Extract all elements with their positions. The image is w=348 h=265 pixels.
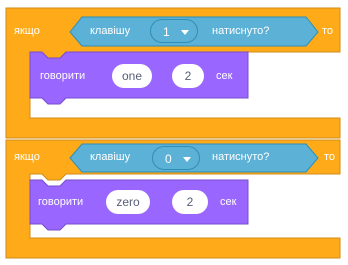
seconds-label: сек <box>220 196 237 208</box>
key-label: клавішу <box>90 151 131 163</box>
key-label: клавішу <box>90 25 131 37</box>
if-label: якщо <box>14 25 40 37</box>
chevron-down-icon <box>181 30 189 35</box>
key-dropdown-value: 0 <box>165 152 172 166</box>
key-dropdown[interactable]: 0 <box>152 146 200 170</box>
say-text-input[interactable]: one <box>112 64 152 88</box>
if-label: якщо <box>14 151 40 163</box>
scratch-code-area: якщо клавішу 1 натиснуто? то говорити on… <box>0 0 348 265</box>
then-label: то <box>324 151 336 163</box>
say-seconds-input[interactable]: 2 <box>172 64 204 88</box>
say-seconds-input[interactable]: 2 <box>172 190 208 214</box>
then-label: то <box>322 25 334 37</box>
seconds-label: сек <box>216 70 233 82</box>
key-dropdown[interactable]: 1 <box>150 19 198 43</box>
pressed-label: натиснуто? <box>212 25 270 37</box>
say-label: говорити <box>40 70 86 82</box>
chevron-down-icon <box>183 157 191 162</box>
say-label: говорити <box>38 196 84 208</box>
key-dropdown-value: 1 <box>163 25 170 39</box>
pressed-label: натиснуто? <box>212 151 270 163</box>
say-text-input[interactable]: zero <box>106 190 150 214</box>
